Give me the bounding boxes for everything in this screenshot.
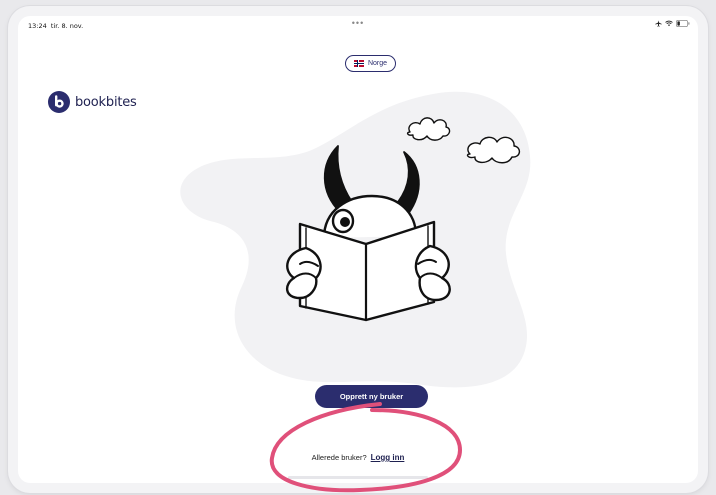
status-icons xyxy=(655,20,690,27)
status-date: tir. 8. nov. xyxy=(50,22,84,30)
country-selector-button[interactable]: Norge xyxy=(345,55,396,72)
cloud-icon xyxy=(406,117,451,141)
already-user-text: Allerede bruker? xyxy=(311,453,367,462)
left-horn xyxy=(323,145,353,213)
monster-eye xyxy=(331,208,355,234)
book xyxy=(298,220,436,322)
right-hand xyxy=(414,244,451,302)
monster-reading-book-illustration xyxy=(180,91,531,388)
battery-icon xyxy=(676,20,690,27)
wifi-icon xyxy=(665,20,673,27)
status-time: 13:24 tir. 8. nov. xyxy=(28,22,84,30)
brand-logo: bookbites xyxy=(48,91,137,113)
multitasking-dots[interactable]: ••• xyxy=(352,18,364,28)
norway-flag-icon xyxy=(353,60,364,67)
airplane-icon xyxy=(655,20,662,27)
login-link[interactable]: Logg inn xyxy=(371,453,405,462)
status-bar: 13:24 tir. 8. nov. ••• xyxy=(18,16,698,36)
bookbites-logo-icon xyxy=(48,91,70,113)
login-prompt: Allerede bruker? Logg inn xyxy=(18,453,698,462)
country-label: Norge xyxy=(367,60,388,67)
tablet-frame: 13:24 tir. 8. nov. ••• Norge bookbites O… xyxy=(8,6,708,493)
home-indicator xyxy=(288,476,428,479)
brand-name: bookbites xyxy=(75,94,137,110)
monster-head xyxy=(322,194,418,240)
cloud-icon xyxy=(466,136,521,164)
create-account-button[interactable]: Opprett ny bruker xyxy=(315,385,428,408)
background-blob xyxy=(180,91,531,388)
app-screen: 13:24 tir. 8. nov. ••• Norge bookbites O… xyxy=(18,16,698,483)
monster xyxy=(286,145,451,322)
left-hand xyxy=(286,246,322,300)
right-horn xyxy=(397,151,420,215)
